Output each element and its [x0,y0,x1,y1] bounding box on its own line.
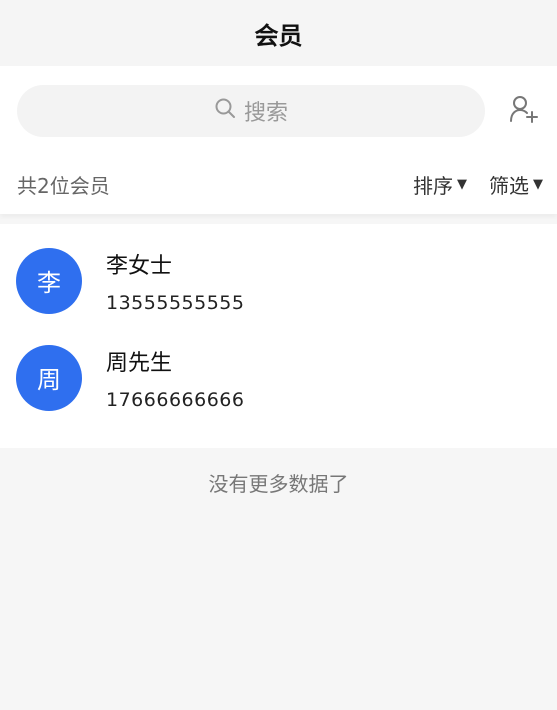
add-member-button[interactable] [507,94,541,128]
avatar: 李 [16,247,82,314]
search-input[interactable]: 搜索 [17,85,485,137]
filter-button[interactable]: 筛选 ▼ [489,170,543,199]
member-name: 周先生 [106,350,173,376]
no-more-data-text: 没有更多数据了 [208,472,349,496]
member-phone: 17666666666 [106,388,245,411]
list-item[interactable]: 周 周先生 17666666666 [0,329,557,426]
caret-down-icon: ▼ [533,176,543,192]
search-area: 搜索 [0,66,557,154]
caret-down-icon: ▼ [457,176,467,192]
member-phone: 13555555555 [106,291,245,314]
sort-label: 排序 [413,173,453,198]
filter-label: 筛选 [489,173,529,198]
page-title: 会员 [254,21,303,50]
member-name: 李女士 [106,253,173,279]
member-count: 共2位会员 [17,173,110,198]
avatar: 周 [16,344,82,411]
sort-button[interactable]: 排序 ▼ [413,170,467,199]
list-item[interactable]: 李 李女士 13555555555 [0,232,557,329]
list-toolbar: 共2位会员 排序 ▼ 筛选 ▼ [0,154,557,214]
add-user-icon [508,93,540,129]
search-icon [214,97,244,125]
page-header: 会员 [0,0,557,66]
member-list: 李 李女士 13555555555 周 周先生 17666666666 [0,224,557,448]
search-placeholder: 搜索 [243,101,288,126]
